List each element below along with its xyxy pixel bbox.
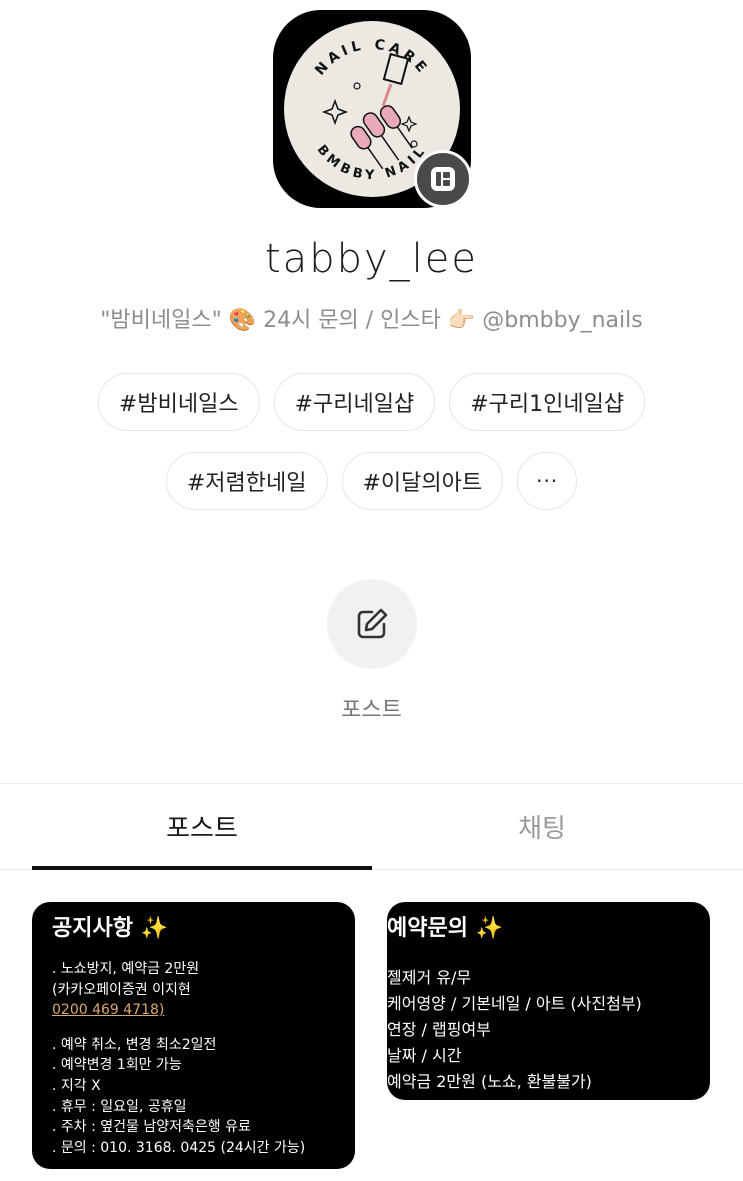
post-line: . 문의 : 010. 3168. 0425 (24시간 가능) (52, 1139, 306, 1156)
post-card-notice[interactable]: 공지사항 ✨ . 노쇼방지, 예약금 2만원 (카카오페이증권 이지현 0200… (32, 902, 355, 1169)
post-line: . 예약변경 1회만 가능 (52, 1057, 182, 1074)
post-card-reservation[interactable]: 예약문의 ✨ 젤제거 유/무 케어영양 / 기본네일 / 아트 (사진첨부) 연… (387, 902, 710, 1100)
post-card-body: 젤제거 유/무 케어영양 / 기본네일 / 아트 (사진첨부) 연장 / 랩핑여… (387, 965, 642, 1095)
hashtag-chip[interactable]: #밤비네일스 (97, 373, 260, 431)
account-number-link[interactable]: 0200 469 4718) (52, 1000, 305, 1021)
post-line: 젤제거 유/무 (387, 968, 472, 987)
username: tabby_lee (265, 236, 478, 282)
edit-icon (357, 608, 388, 639)
post-line: . 주차 : 옆건물 남양저축은행 유료 (52, 1119, 251, 1136)
post-line-spacer (52, 1021, 305, 1035)
channel-badge-icon[interactable] (414, 150, 472, 208)
more-tags-button[interactable]: ··· (517, 452, 578, 510)
tag-row: #저렴한네일 #이달의아트 ··· (0, 452, 743, 510)
post-line: . 지각 X (52, 1077, 101, 1094)
post-line: 케어영양 / 기본네일 / 아트 (사진첨부) (387, 994, 642, 1013)
profile-bio: "밤비네일스" 🎨 24시 문의 / 인스타 👉🏻 @bmbby_nails (100, 308, 643, 333)
post-line: 날짜 / 시간 (387, 1046, 462, 1065)
post-card-body: . 노쇼방지, 예약금 2만원 (카카오페이증권 이지현 0200 469 47… (52, 959, 305, 1158)
post-line: . 예약 취소, 변경 최소2일전 (52, 1036, 217, 1053)
hashtag-chip[interactable]: #구리1인네일샵 (449, 373, 646, 431)
profile-avatar[interactable]: NAIL CARE BMBBY NAIL (273, 10, 472, 208)
tab-chat[interactable]: 채팅 (372, 808, 712, 845)
post-line: . 노쇼방지, 예약금 2만원 (52, 961, 200, 977)
active-tab-indicator (32, 866, 372, 870)
post-card-title: 예약문의 ✨ (387, 916, 504, 941)
post-line: 예약금 2만원 (노쇼, 환불불가) (387, 1072, 592, 1091)
hashtag-chip[interactable]: #저렴한네일 (165, 452, 328, 510)
post-card-title: 공지사항 ✨ (52, 916, 169, 941)
tag-row: #밤비네일스 #구리네일샵 #구리1인네일샵 (0, 373, 743, 431)
hashtag-chip[interactable]: #구리네일샵 (273, 373, 436, 431)
tab-posts[interactable]: 포스트 (32, 808, 372, 845)
write-post-button[interactable] (327, 579, 417, 669)
post-line: 연장 / 랩핑여부 (387, 1020, 491, 1039)
hashtag-chip[interactable]: #이달의아트 (341, 452, 504, 510)
post-line: (카카오페이증권 이지현 (52, 981, 191, 998)
section-divider (0, 783, 743, 784)
post-line: . 휴무 : 일요일, 공휴일 (52, 1098, 187, 1115)
write-post-label: 포스트 (341, 698, 402, 723)
